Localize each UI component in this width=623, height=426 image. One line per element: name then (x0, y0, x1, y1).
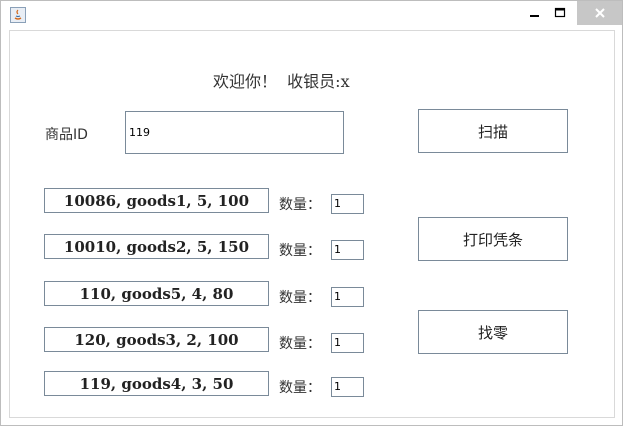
minimize-icon (530, 15, 539, 17)
maximize-icon (554, 7, 566, 18)
goods-item-3: 110, goods5, 4, 80 (44, 281, 269, 306)
app-window: 欢迎你！ 收银员:x 商品ID 119 扫描 打印凭条 找零 10086, go… (0, 0, 623, 426)
quantity-input[interactable]: 1 (331, 240, 364, 260)
quantity-label: 数量： (279, 243, 321, 259)
goods-item-4: 120, goods3, 2, 100 (44, 327, 269, 352)
print-receipt-button[interactable]: 打印凭条 (418, 217, 568, 261)
quantity-label: 数量： (279, 197, 321, 213)
change-button[interactable]: 找零 (418, 310, 568, 354)
goods-item-2: 10010, goods2, 5, 150 (44, 234, 269, 259)
close-icon (594, 8, 605, 18)
quantity-input[interactable]: 1 (331, 333, 364, 353)
quantity-input[interactable]: 1 (331, 377, 364, 397)
product-id-label: 商品ID (45, 127, 88, 143)
quantity-label: 数量： (279, 380, 321, 396)
quantity-label: 数量： (279, 336, 321, 352)
maximize-button[interactable] (545, 1, 575, 25)
welcome-text: 欢迎你！ 收银员:x (213, 72, 350, 91)
quantity-input[interactable]: 1 (331, 194, 364, 214)
product-id-input[interactable]: 119 (125, 111, 344, 154)
quantity-input[interactable]: 1 (331, 287, 364, 307)
goods-item-1: 10086, goods1, 5, 100 (44, 188, 269, 213)
close-button[interactable] (577, 1, 622, 25)
scan-button[interactable]: 扫描 (418, 109, 568, 153)
title-bar[interactable] (1, 1, 622, 30)
goods-item-5: 119, goods4, 3, 50 (44, 371, 269, 396)
java-app-icon (10, 7, 26, 23)
quantity-label: 数量： (279, 290, 321, 306)
